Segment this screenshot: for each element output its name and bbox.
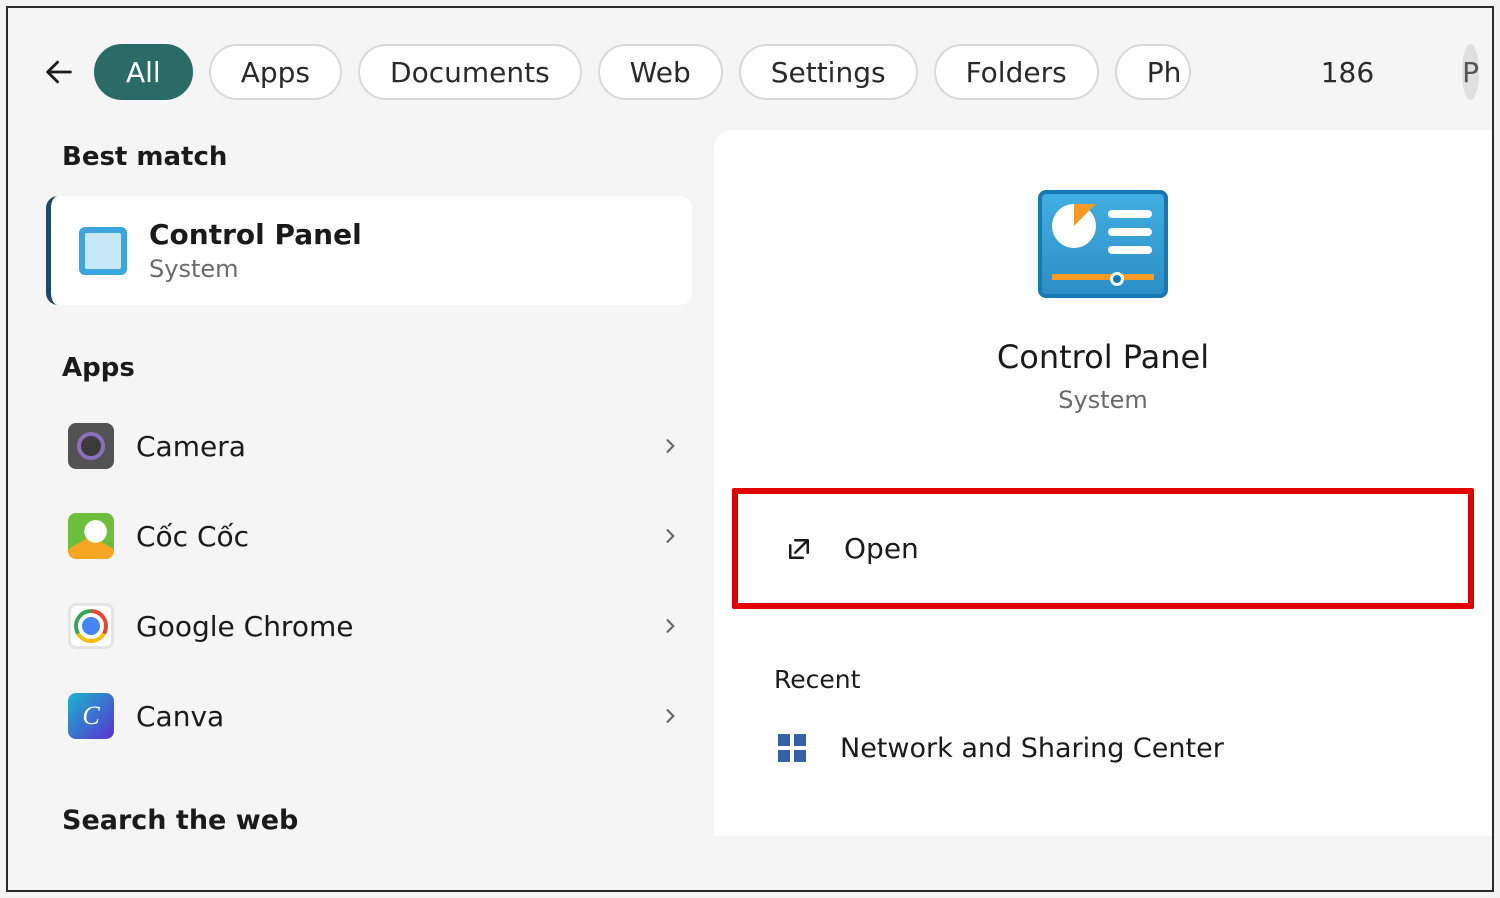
chevron-right-icon bbox=[660, 706, 680, 726]
apps-heading: Apps bbox=[8, 305, 714, 401]
body: Best match Control Panel System Apps Cam… bbox=[8, 130, 1492, 836]
chevron-right-icon bbox=[660, 526, 680, 546]
app-row-canva[interactable]: C Canva bbox=[8, 671, 714, 761]
best-match-text: Control Panel System bbox=[149, 218, 362, 283]
filter-photos-truncated[interactable]: Ph bbox=[1115, 44, 1191, 100]
network-icon bbox=[774, 730, 810, 766]
search-web-heading: Search the web bbox=[8, 761, 714, 836]
filter-all[interactable]: All bbox=[94, 44, 193, 100]
best-match-heading: Best match bbox=[8, 142, 714, 196]
best-match-title: Control Panel bbox=[149, 218, 362, 251]
control-panel-large-icon bbox=[1038, 190, 1168, 298]
profile-avatar[interactable]: P bbox=[1462, 44, 1479, 100]
app-row-chrome[interactable]: Google Chrome bbox=[8, 581, 714, 671]
filter-web[interactable]: Web bbox=[598, 44, 723, 100]
actions-area: Open bbox=[714, 488, 1492, 609]
preview-panel: Control Panel System Open Recent Network… bbox=[714, 130, 1492, 836]
recent-item[interactable]: Network and Sharing Center bbox=[714, 722, 1492, 766]
best-match-subtitle: System bbox=[149, 255, 362, 283]
header-bar: All Apps Documents Web Settings Folders … bbox=[8, 8, 1492, 130]
chevron-right-icon bbox=[660, 616, 680, 636]
canva-icon: C bbox=[68, 693, 114, 739]
recent-heading: Recent bbox=[714, 609, 1492, 722]
filter-pills: All Apps Documents Web Settings Folders … bbox=[94, 44, 1191, 100]
back-button[interactable] bbox=[42, 46, 76, 98]
open-external-icon bbox=[784, 534, 814, 564]
app-name: Google Chrome bbox=[136, 610, 660, 643]
app-row-coccoc[interactable]: Cốc Cốc bbox=[8, 491, 714, 581]
app-row-camera[interactable]: Camera bbox=[8, 401, 714, 491]
filter-settings[interactable]: Settings bbox=[739, 44, 918, 100]
filter-documents[interactable]: Documents bbox=[358, 44, 582, 100]
control-panel-icon bbox=[79, 227, 127, 275]
rewards-points[interactable]: 186 bbox=[1321, 56, 1374, 89]
app-name: Canva bbox=[136, 700, 660, 733]
chevron-right-icon bbox=[660, 436, 680, 456]
preview-title: Control Panel bbox=[997, 338, 1209, 376]
arrow-left-icon bbox=[42, 55, 76, 89]
filter-apps[interactable]: Apps bbox=[209, 44, 342, 100]
open-label: Open bbox=[844, 532, 919, 565]
app-name: Camera bbox=[136, 430, 660, 463]
search-window: All Apps Documents Web Settings Folders … bbox=[6, 6, 1494, 892]
coccoc-icon bbox=[68, 513, 114, 559]
app-name: Cốc Cốc bbox=[136, 520, 660, 553]
camera-icon bbox=[68, 423, 114, 469]
open-action[interactable]: Open bbox=[732, 488, 1474, 609]
best-match-item[interactable]: Control Panel System bbox=[46, 196, 692, 305]
results-panel: Best match Control Panel System Apps Cam… bbox=[8, 130, 714, 836]
chrome-icon bbox=[68, 603, 114, 649]
filter-folders[interactable]: Folders bbox=[934, 44, 1099, 100]
preview-subtitle: System bbox=[1058, 386, 1148, 414]
recent-item-label: Network and Sharing Center bbox=[840, 733, 1224, 764]
